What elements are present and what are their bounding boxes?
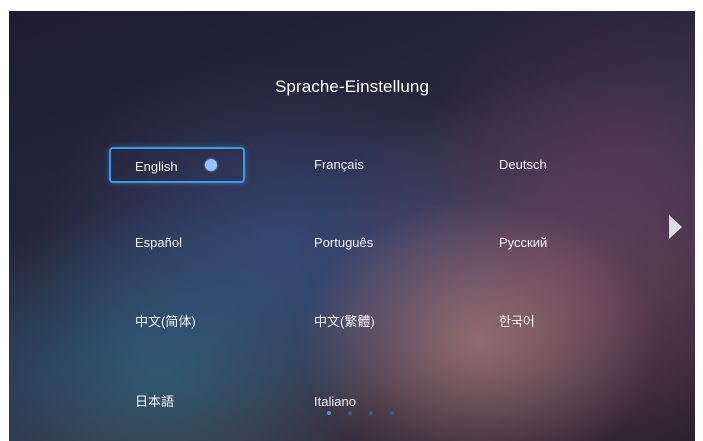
language-label: Português <box>314 235 374 250</box>
language-option-deutsch[interactable]: Deutsch <box>499 155 547 175</box>
language-option-russian[interactable]: Русский <box>499 233 547 253</box>
page-dot-2[interactable] <box>348 411 352 415</box>
page-title: Sprache-Einstellung <box>274 77 430 96</box>
page-dot-4[interactable] <box>390 411 394 415</box>
language-label: 中文(简体) <box>135 314 196 329</box>
language-option-espanol[interactable]: Español <box>135 233 182 253</box>
language-label: Français <box>314 157 364 172</box>
pagination-dots <box>327 411 407 417</box>
language-label: English <box>135 159 178 174</box>
language-label: Español <box>135 235 182 250</box>
language-label: 한국어 <box>499 314 535 329</box>
chevron-right-icon[interactable] <box>669 215 682 239</box>
language-label: 日本語 <box>135 394 175 409</box>
language-option-chinese-simplified[interactable]: 中文(简体) <box>135 312 196 332</box>
language-settings-screen: Sprache-Einstellung English Français Deu… <box>9 11 695 441</box>
language-label: Deutsch <box>499 157 547 172</box>
language-option-italiano[interactable]: Italiano <box>314 392 356 412</box>
page-dot-3[interactable] <box>369 411 373 415</box>
language-option-english[interactable]: English <box>109 147 245 183</box>
language-label: Русский <box>499 235 548 250</box>
language-option-chinese-traditional[interactable]: 中文(繁體) <box>314 312 375 332</box>
language-option-francais[interactable]: Français <box>314 155 364 175</box>
language-option-portugues[interactable]: Português <box>314 233 373 253</box>
language-option-japanese[interactable]: 日本語 <box>135 392 174 412</box>
radio-selected-icon <box>205 159 217 171</box>
language-label: Italiano <box>314 394 356 409</box>
language-label: 中文(繁體) <box>314 314 375 329</box>
page-dot-1[interactable] <box>327 411 331 415</box>
language-option-korean[interactable]: 한국어 <box>499 312 535 332</box>
